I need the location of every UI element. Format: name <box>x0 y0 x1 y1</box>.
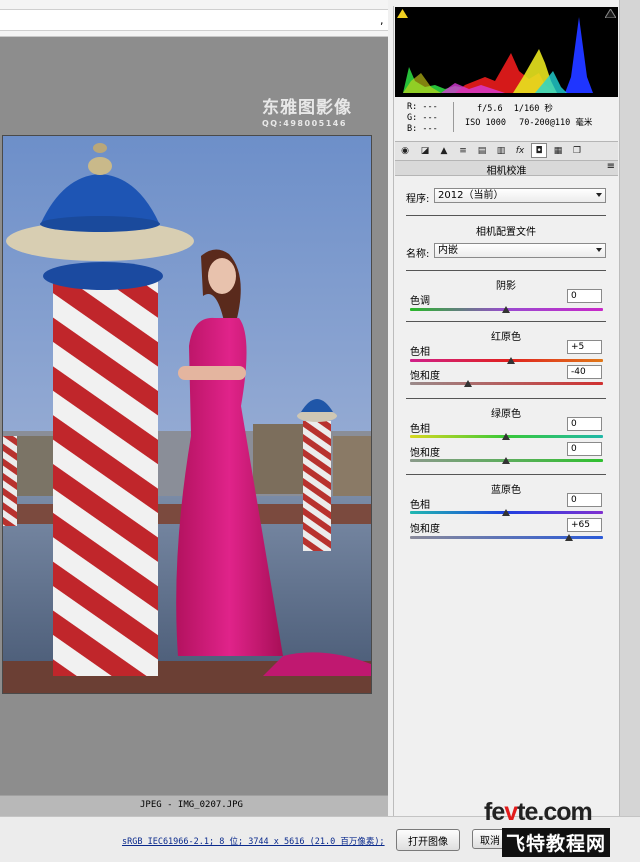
detail-icon[interactable]: ▲ <box>436 143 452 158</box>
camera-raw-panel: R: --- G: --- B: --- f/5.6 1/160 秒 ISO 1… <box>393 6 620 816</box>
histogram-graph <box>403 17 593 93</box>
red-hue-slider-thumb[interactable] <box>507 357 515 364</box>
blue-hue-label: 色相 <box>410 500 430 511</box>
watermark: 东雅图影像 QQ:498005146 <box>262 93 352 128</box>
filename-text: JPEG - IMG_0207.JPG <box>140 800 243 810</box>
watermark-line2: QQ:498005146 <box>262 119 347 128</box>
highlight-clipping-warning-icon[interactable] <box>604 8 617 19</box>
exif-readout: R: --- G: --- B: --- f/5.6 1/160 秒 ISO 1… <box>395 98 618 136</box>
shadow-clipping-warning-icon[interactable] <box>397 9 408 18</box>
panel-tabs: ◉ ◪ ▲ ≡ ▤ ▥ fx ◘ ▦ ❐ <box>395 141 618 161</box>
lens-icon[interactable]: ▥ <box>493 143 509 158</box>
filename-statusbar: JPEG - IMG_0207.JPG <box>0 795 388 816</box>
site-logo-domain: fevte.com <box>484 798 593 826</box>
iso: ISO 1000 <box>465 118 506 128</box>
blue-saturation-slider-thumb[interactable] <box>565 534 573 541</box>
top-options-bar: , <box>0 0 388 37</box>
panel-title: 相机校准 <box>486 166 527 177</box>
rgb-readout: R: --- G: --- B: --- <box>407 102 438 135</box>
presets-icon[interactable]: ▦ <box>550 143 566 158</box>
green-hue-slider-thumb[interactable] <box>502 433 510 440</box>
process-select[interactable]: 2012（当前） <box>434 188 606 203</box>
panel-header: 相机校准 ≡ <box>395 161 618 177</box>
camera-calibration-icon[interactable]: ◘ <box>531 143 547 158</box>
site-logo: fevte.com 飞特教程网 <box>482 798 640 861</box>
blue-saturation-label: 饱和度 <box>410 524 440 535</box>
site-logo-name: 飞特教程网 <box>502 828 611 857</box>
chevron-down-icon <box>596 193 602 197</box>
name-label: 名称: <box>406 249 430 260</box>
divider <box>406 321 606 322</box>
blue-hue-slider-thumb[interactable] <box>502 509 510 516</box>
tone-curve-icon[interactable]: ◪ <box>417 143 433 158</box>
profile-heading: 相机配置文件 <box>476 227 536 238</box>
lens: 70-200@110 毫米 <box>519 118 593 128</box>
divider <box>406 398 606 399</box>
b-value: B: --- <box>407 124 438 134</box>
workflow-options-link[interactable]: sRGB IEC61966-2.1; 8 位; 3744 x 5616 (21.… <box>122 835 385 847</box>
red-saturation-slider-track[interactable] <box>410 382 603 385</box>
shadows-tint-label: 色调 <box>410 296 430 307</box>
g-value: G: --- <box>407 113 438 123</box>
blue-saturation-input[interactable]: +65 <box>567 518 602 532</box>
split-toning-icon[interactable]: ▤ <box>474 143 490 158</box>
green-saturation-slider-thumb[interactable] <box>502 457 510 464</box>
panel-menu-icon[interactable]: ≡ <box>607 161 615 172</box>
r-value: R: --- <box>407 102 438 112</box>
green-hue-input[interactable]: 0 <box>567 417 602 431</box>
watermark-line1: 东雅图影像 <box>262 98 352 118</box>
hsl-icon[interactable]: ≡ <box>455 143 471 158</box>
exif-info: f/5.6 1/160 秒 ISO 1000 70-200@110 毫米 <box>465 102 592 130</box>
shadows-tint-slider-thumb[interactable] <box>502 306 510 313</box>
chevron-down-icon <box>596 248 602 252</box>
shutter-speed: 1/160 秒 <box>513 104 553 114</box>
process-label: 程序: <box>406 194 430 205</box>
fx-icon[interactable]: fx <box>512 143 528 158</box>
shadows-tint-input[interactable]: 0 <box>567 289 602 303</box>
process-value: 2012（当前） <box>438 190 504 201</box>
top-field <box>0 9 388 31</box>
top-trailing-text: , <box>380 14 384 27</box>
basic-icon[interactable]: ◉ <box>397 143 413 158</box>
snapshots-icon[interactable]: ❐ <box>569 143 585 158</box>
photo-image <box>3 136 371 693</box>
red-saturation-slider-thumb[interactable] <box>464 380 472 387</box>
green-saturation-label: 饱和度 <box>410 448 440 459</box>
green-saturation-input[interactable]: 0 <box>567 442 602 456</box>
readout-divider <box>453 102 454 132</box>
red-saturation-label: 饱和度 <box>410 371 440 382</box>
image-preview-area[interactable]: 东雅图影像 QQ:498005146 <box>0 37 388 795</box>
blue-hue-input[interactable]: 0 <box>567 493 602 507</box>
divider <box>406 270 606 271</box>
photo-preview <box>2 135 372 694</box>
red-hue-input[interactable]: +5 <box>567 340 602 354</box>
divider <box>406 215 606 216</box>
profile-select[interactable]: 内嵌 <box>434 243 606 258</box>
open-image-button[interactable]: 打开图像 <box>396 829 460 851</box>
red-saturation-input[interactable]: -40 <box>567 365 602 379</box>
right-scrollbar[interactable] <box>619 0 640 816</box>
divider <box>406 474 606 475</box>
green-hue-label: 色相 <box>410 424 430 435</box>
profile-value: 内嵌 <box>438 245 458 256</box>
red-hue-label: 色相 <box>410 347 430 358</box>
histogram <box>395 7 618 97</box>
blue-saturation-slider-track[interactable] <box>410 536 603 539</box>
aperture: f/5.6 <box>477 104 503 114</box>
